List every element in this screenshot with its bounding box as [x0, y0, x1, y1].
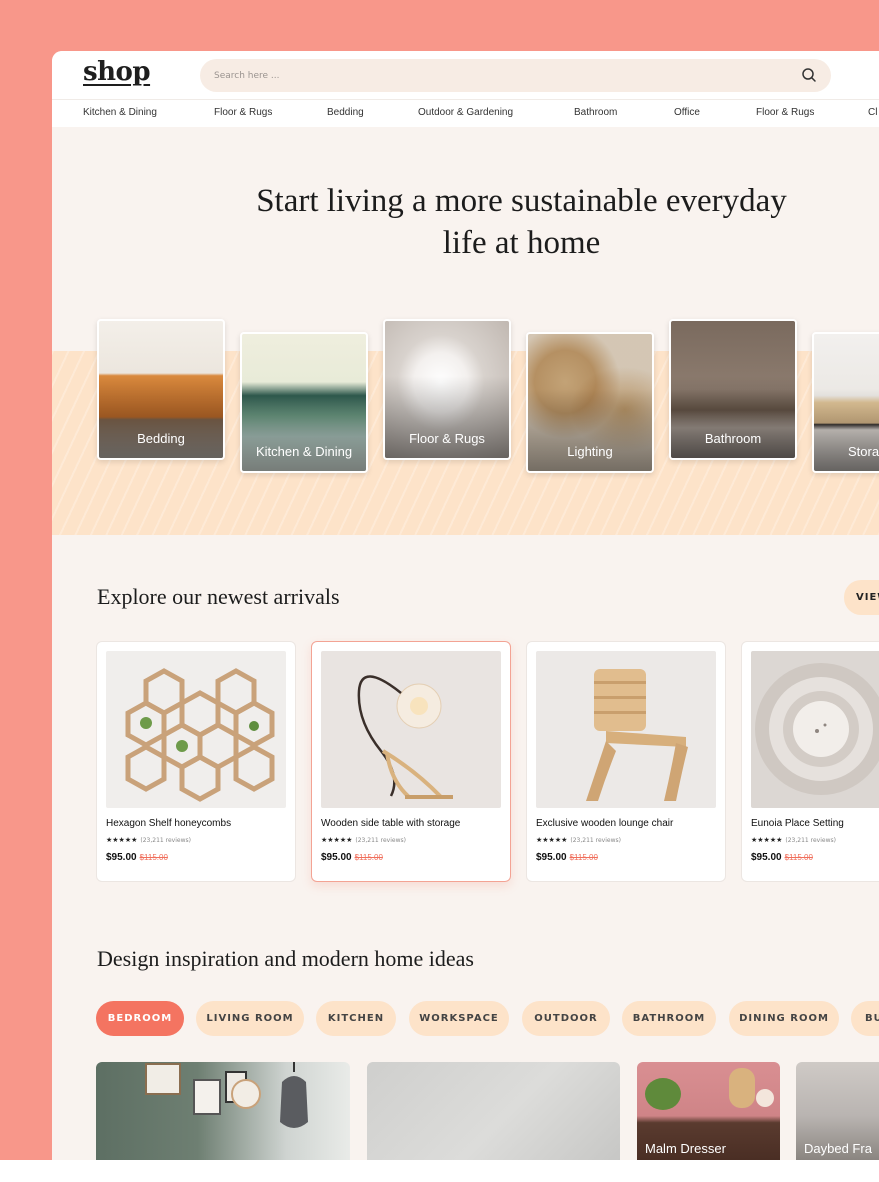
- product-name: Hexagon Shelf honeycombs: [106, 818, 232, 829]
- inspiration-tile-daybed[interactable]: Daybed Fra: [796, 1062, 879, 1160]
- product-name: Eunoia Place Setting: [751, 818, 844, 829]
- product-price: $95.00: [106, 852, 137, 863]
- product-old-price: $115.00: [569, 853, 598, 862]
- tab-dining-room[interactable]: DINING ROOM: [729, 1001, 839, 1036]
- product-old-price: $115.00: [354, 853, 383, 862]
- product-price-row: $95.00 $115.00: [751, 852, 813, 863]
- place-setting-illustration: [755, 663, 879, 795]
- search-icon[interactable]: [801, 67, 817, 83]
- nav-item-cl[interactable]: Cl: [868, 107, 877, 118]
- hero-title-line-1: Start living a more sustainable everyday: [256, 183, 787, 219]
- tab-living-room[interactable]: LIVING ROOM: [196, 1001, 304, 1036]
- category-label: Bathroom: [704, 431, 762, 446]
- product-name: Wooden side table with storage: [321, 818, 461, 829]
- nav-item-kitchen-dining[interactable]: Kitchen & Dining: [83, 107, 157, 118]
- tab-bathroom[interactable]: BATHROOM: [622, 1001, 716, 1036]
- product-price: $95.00: [751, 852, 782, 863]
- product-image-place-setting: [751, 651, 879, 808]
- nav-item-bathroom[interactable]: Bathroom: [574, 107, 617, 118]
- tab-bedroom[interactable]: BEDROOM: [96, 1001, 184, 1036]
- product-image-lamp: [321, 651, 501, 808]
- review-count: (23,211 reviews): [785, 837, 836, 844]
- category-label: Bedding: [137, 431, 185, 446]
- inspiration-tile-malm-dresser[interactable]: Malm Dresser: [637, 1062, 780, 1160]
- review-count: (23,211 reviews): [355, 837, 406, 844]
- hexagon-shelf-illustration: [125, 668, 275, 802]
- nav-item-office[interactable]: Office: [674, 107, 700, 118]
- inspiration-tile[interactable]: [96, 1062, 350, 1160]
- category-label: Floor & Rugs: [409, 431, 485, 446]
- review-count: (23,211 reviews): [140, 837, 191, 844]
- hero-title: Start living a more sustainable everyday…: [52, 180, 879, 264]
- product-price-row: $95.00 $115.00: [106, 852, 168, 863]
- product-price-row: $95.00 $115.00: [321, 852, 383, 863]
- tab-bu[interactable]: BU: [851, 1001, 879, 1036]
- product-card[interactable]: Eunoia Place Setting ★★★★★ (23,211 review…: [741, 641, 879, 882]
- category-card-lighting[interactable]: Lighting: [526, 332, 654, 473]
- view-all-button[interactable]: VIEW: [844, 580, 879, 615]
- category-nav: Kitchen & Dining Floor & Rugs Bedding Ou…: [52, 99, 879, 127]
- category-card-bedding[interactable]: Bedding: [97, 319, 225, 460]
- product-card[interactable]: Wooden side table with storage ★★★★★ (23,…: [311, 641, 511, 882]
- category-card-kitchen-dining[interactable]: Kitchen & Dining: [240, 332, 368, 473]
- lounge-chair-illustration: [586, 669, 688, 801]
- category-label: Stora: [848, 444, 879, 459]
- product-rating: ★★★★★ (23,211 reviews): [751, 836, 836, 844]
- browser-page: shop Kitchen & Dining Floor & Rugs Beddi…: [52, 51, 879, 1160]
- category-label: Kitchen & Dining: [255, 444, 353, 459]
- tab-workspace[interactable]: WORKSPACE: [409, 1001, 509, 1036]
- product-rating: ★★★★★ (23,211 reviews): [106, 836, 191, 844]
- product-price: $95.00: [536, 852, 567, 863]
- site-logo[interactable]: shop: [83, 57, 151, 87]
- wall-decor-illustration: [145, 1062, 308, 1128]
- search-bar: [200, 59, 831, 92]
- star-rating-icon: ★★★★★: [321, 836, 353, 844]
- product-old-price: $115.00: [784, 853, 813, 862]
- category-label: Lighting: [567, 444, 613, 459]
- lamp-illustration: [357, 675, 453, 799]
- review-count: (23,211 reviews): [570, 837, 621, 844]
- inspiration-title: Design inspiration and modern home ideas: [97, 946, 474, 971]
- product-image-hexagon-shelf: [106, 651, 286, 808]
- product-name: Exclusive wooden lounge chair: [536, 818, 674, 829]
- inspiration-tile[interactable]: [367, 1062, 620, 1160]
- star-rating-icon: ★★★★★: [751, 836, 783, 844]
- nav-item-floor-rugs-2[interactable]: Floor & Rugs: [756, 107, 814, 118]
- star-rating-icon: ★★★★★: [536, 836, 568, 844]
- hero-title-line-2: life at home: [442, 225, 601, 261]
- nav-item-outdoor-gardening[interactable]: Outdoor & Gardening: [418, 107, 513, 118]
- category-card-storage[interactable]: Stora: [812, 332, 879, 473]
- star-rating-icon: ★★★★★: [106, 836, 138, 844]
- product-price-row: $95.00 $115.00: [536, 852, 598, 863]
- tile-label: Daybed Fra: [804, 1141, 872, 1156]
- category-card-bathroom[interactable]: Bathroom: [669, 319, 797, 460]
- tab-kitchen[interactable]: KITCHEN: [316, 1001, 396, 1036]
- product-card[interactable]: Hexagon Shelf honeycombs ★★★★★ (23,211 re…: [96, 641, 296, 882]
- nav-item-bedding[interactable]: Bedding: [327, 107, 364, 118]
- page-bottom-strip: [0, 1160, 879, 1182]
- tab-outdoor[interactable]: OUTDOOR: [522, 1001, 610, 1036]
- site-header: shop: [52, 51, 879, 99]
- category-card-floor-rugs[interactable]: Floor & Rugs: [383, 319, 511, 460]
- product-rating: ★★★★★ (23,211 reviews): [321, 836, 406, 844]
- product-old-price: $115.00: [139, 853, 168, 862]
- nav-item-floor-rugs[interactable]: Floor & Rugs: [214, 107, 272, 118]
- arrivals-title: Explore our newest arrivals: [97, 584, 340, 609]
- product-rating: ★★★★★ (23,211 reviews): [536, 836, 621, 844]
- tile-label: Malm Dresser: [645, 1141, 726, 1156]
- product-card[interactable]: Exclusive wooden lounge chair ★★★★★ (23,2…: [526, 641, 726, 882]
- search-input[interactable]: [214, 59, 774, 92]
- product-price: $95.00: [321, 852, 352, 863]
- product-image-lounge-chair: [536, 651, 716, 808]
